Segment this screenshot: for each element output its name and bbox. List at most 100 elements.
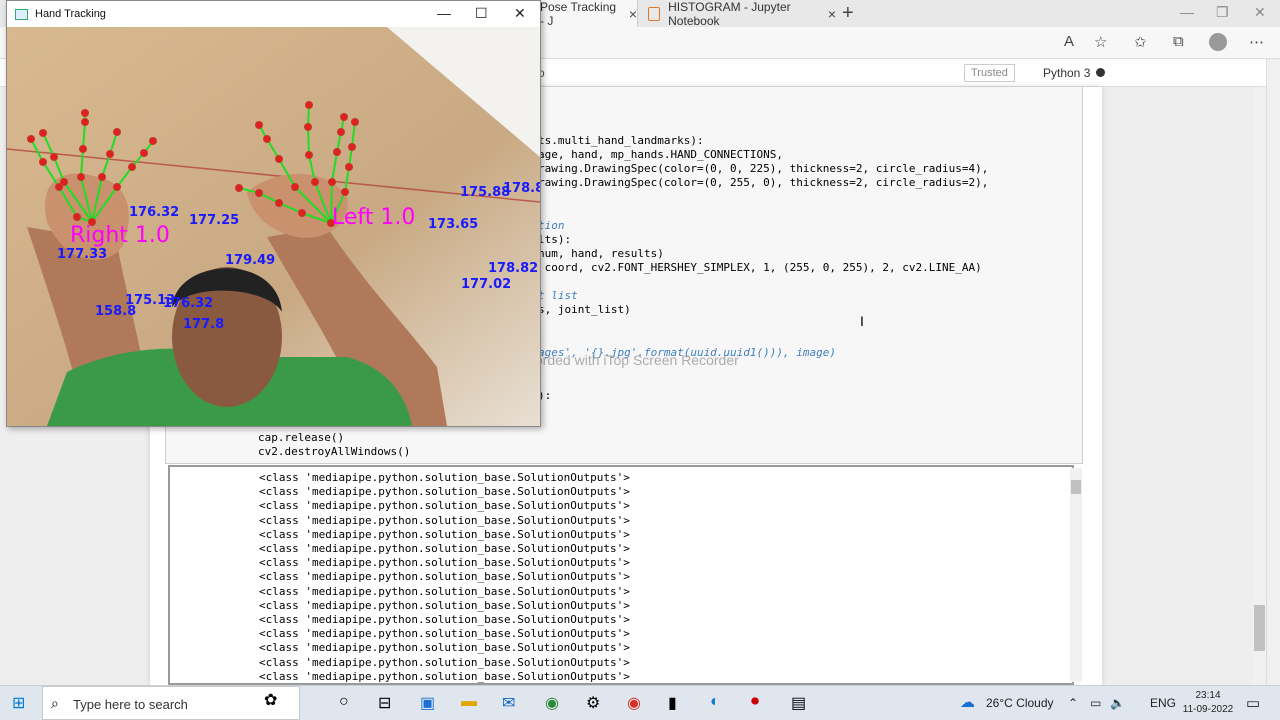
clock-time: 23:14 [1195, 690, 1221, 701]
hand-landmark [128, 163, 136, 171]
hand-landmark [113, 128, 121, 136]
minimize-icon[interactable]: — [1180, 4, 1194, 20]
show-hidden-icons[interactable]: ⌃ [1068, 696, 1078, 710]
tab-label: Pose Tracking - J [540, 0, 617, 28]
code-line: cv2.destroyAllWindows() [258, 445, 411, 458]
output-line: <class 'mediapipe.python.solution_base.S… [259, 471, 630, 484]
search-highlight-icon[interactable]: ✿ [264, 690, 277, 710]
output-line: <class 'mediapipe.python.solution_base.S… [259, 670, 630, 683]
angle-label: 177.25 [189, 213, 239, 228]
profile-avatar[interactable] [1209, 33, 1227, 51]
terminal-icon[interactable]: ▮ [668, 693, 677, 713]
trusted-badge[interactable]: Trusted [964, 64, 1015, 82]
recorder-icon[interactable]: ⏺ [751, 693, 759, 711]
hand-landmark [291, 183, 299, 191]
close-tab-icon[interactable]: × [828, 6, 836, 22]
hand-landmark [60, 178, 68, 186]
hand-landmark [311, 178, 319, 186]
hand-landmark [333, 148, 341, 156]
taskbar-search[interactable]: ⌕ Type here to search [42, 686, 300, 720]
more-menu-icon[interactable]: ⋯ [1249, 33, 1264, 51]
weather-text[interactable]: 26°C Cloudy [986, 696, 1054, 710]
notification-icon[interactable]: ▭ [1246, 694, 1260, 712]
hand-landmark [77, 173, 85, 181]
file-explorer-icon[interactable]: ▬ [461, 693, 477, 711]
hand-landmark [345, 163, 353, 171]
tab-pose-tracking[interactable]: Pose Tracking - J × [538, 0, 638, 28]
hand-landmark [81, 109, 89, 117]
hand-landmark [27, 135, 35, 143]
hand-landmark [255, 121, 263, 129]
hand-landmark [340, 113, 348, 121]
close-tab-icon[interactable]: × [629, 6, 637, 22]
hand-connection [307, 126, 310, 156]
hand-landmark [275, 199, 283, 207]
code-comment: tion [538, 219, 565, 232]
close-icon[interactable]: ✕ [1254, 4, 1266, 21]
window-titlebar[interactable]: Hand Tracking [7, 1, 540, 27]
hand-landmark [149, 137, 157, 145]
output-line: <class 'mediapipe.python.solution_base.S… [259, 613, 630, 626]
windows-start-icon[interactable]: ⊞ [12, 693, 25, 713]
hand-landmark [348, 143, 356, 151]
code-line: num, hand, results) [538, 247, 664, 260]
code-line: ts.multi_hand_landmarks): [538, 134, 704, 147]
collections-icon[interactable]: ⧉ [1173, 33, 1184, 50]
output-scrollbar-thumb[interactable] [1071, 480, 1081, 494]
hand-landmark [140, 149, 148, 157]
output-line: <class 'mediapipe.python.solution_base.S… [259, 570, 630, 583]
store-icon[interactable]: ▣ [420, 693, 435, 713]
output-line: <class 'mediapipe.python.solution_base.S… [259, 514, 630, 527]
close-icon[interactable]: ✕ [514, 5, 526, 22]
recorder-watermark: Recorded with iTop Screen Recorder [510, 352, 739, 368]
jupyter-icon [648, 6, 661, 21]
left-hand-label: Left 1.0 [332, 205, 415, 230]
cortana-icon[interactable]: ○ [339, 693, 349, 711]
maximize-icon[interactable]: ❐ [1216, 4, 1229, 21]
mail-icon[interactable]: ✉ [502, 693, 515, 713]
angle-label: 177.02 [461, 277, 511, 292]
read-aloud-icon[interactable]: A [1064, 33, 1074, 50]
favorite-icon[interactable]: ☆ [1094, 33, 1107, 51]
minimize-icon[interactable]: — [437, 5, 451, 21]
tab-histogram[interactable]: HISTOGRAM - Jupyter Notebook × [640, 0, 836, 28]
hand-landmark [263, 135, 271, 143]
code-line: coord, cv2.FONT_HERSHEY_SIMPLEX, 1, (255… [538, 261, 982, 274]
hand-landmark [79, 145, 87, 153]
code-line: rawing.DrawingSpec(color=(0, 255, 0), th… [538, 176, 989, 189]
notepad-icon[interactable]: ▤ [791, 693, 806, 713]
hand-tracking-window[interactable]: Hand Tracking — ☐ ✕ 176.32 177.25 177.33… [6, 0, 541, 427]
page-scrollbar[interactable] [1253, 87, 1266, 685]
hand-landmark [341, 188, 349, 196]
hand-landmark [113, 183, 121, 191]
hand-landmark [106, 150, 114, 158]
output-scrollbar[interactable] [1070, 468, 1082, 682]
maximize-icon[interactable]: ☐ [475, 5, 488, 22]
task-view-icon[interactable]: ⊟ [378, 693, 391, 713]
hand-landmark [351, 118, 359, 126]
taskbar-clock[interactable]: 23:14 11-09-2022 [1178, 689, 1238, 717]
network-icon[interactable]: ▭ [1090, 696, 1101, 710]
language-indicator[interactable]: ENG [1150, 696, 1176, 710]
volume-icon[interactable]: 🔈 [1110, 696, 1125, 710]
chrome-alt-icon[interactable]: ◉ [627, 693, 641, 713]
output-area: <class 'mediapipe.python.solution_base.S… [168, 465, 1074, 685]
new-tab-button[interactable]: + [842, 2, 854, 25]
favorites-list-icon[interactable]: ✩ [1134, 33, 1147, 51]
hand-landmark [73, 213, 81, 221]
hand-landmark [255, 189, 263, 197]
hand-landmark [235, 184, 243, 192]
output-line: <class 'mediapipe.python.solution_base.S… [259, 627, 630, 640]
chrome-icon[interactable]: ◉ [545, 693, 559, 713]
settings-gear-icon[interactable]: ⚙ [586, 693, 600, 713]
window-title: Hand Tracking [35, 8, 106, 20]
kernel-name: Python 3 [1043, 66, 1091, 80]
code-line: age, hand, mp_hands.HAND_CONNECTIONS, [538, 148, 784, 161]
output-line: <class 'mediapipe.python.solution_base.S… [259, 656, 630, 669]
hand-landmark [50, 153, 58, 161]
hand-landmark [328, 178, 336, 186]
page-scrollbar-thumb[interactable] [1254, 605, 1265, 651]
search-icon: ⌕ [51, 695, 59, 711]
angle-label: 176.32 [163, 296, 213, 311]
edge-icon[interactable]: ◐ [710, 693, 720, 711]
